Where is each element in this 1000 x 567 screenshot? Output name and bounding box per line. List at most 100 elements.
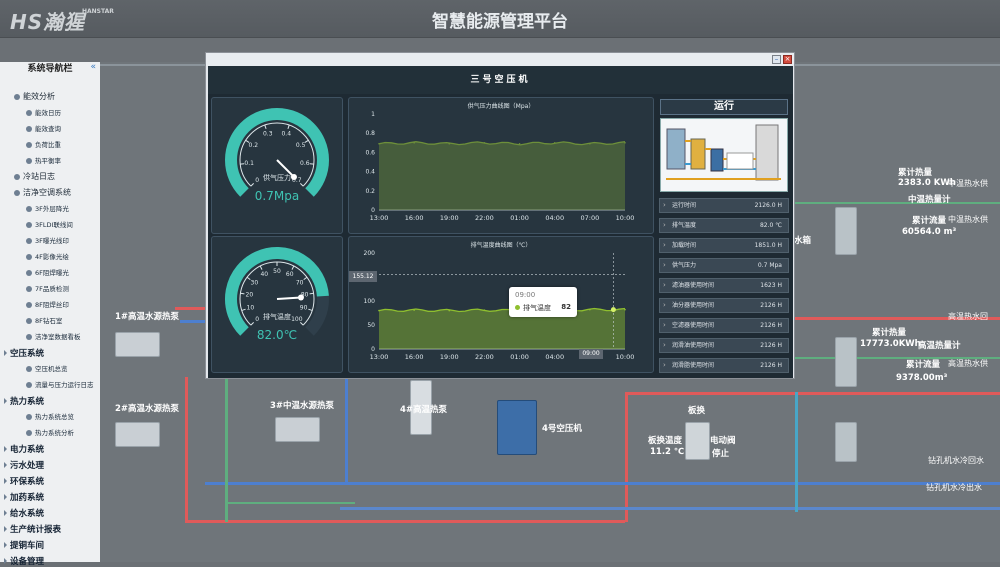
heat-pump-1[interactable] <box>115 332 160 357</box>
sidebar-item[interactable]: 热力系统 <box>4 395 44 407</box>
sidebar-item[interactable]: 加药系统 <box>4 491 44 503</box>
status-badge: 运行 <box>660 99 788 115</box>
chevron-right-icon <box>4 350 7 356</box>
sidebar-item[interactable]: 洁净空调系统 <box>14 187 71 198</box>
sidebar-item[interactable]: 设备管理 <box>4 555 44 567</box>
tooltip-value: 82 <box>561 303 571 311</box>
sidebar-item[interactable]: 8F钻石室 <box>26 315 62 325</box>
minimize-icon[interactable]: – <box>772 55 781 64</box>
plate-exchanger[interactable] <box>685 422 710 460</box>
gauge-needle-tip <box>298 294 304 300</box>
plate-temp-label: 板换温度 <box>648 434 682 446</box>
x-tick-label: 13:00 <box>370 353 389 361</box>
sidebar-item[interactable]: 热力系统总览 <box>26 411 74 421</box>
gauge-tick <box>242 309 246 310</box>
sidebar-item[interactable]: 提铜车间 <box>4 539 44 551</box>
pipe-hot <box>185 377 188 522</box>
sidebar-item[interactable]: 3F曝光线印 <box>26 235 69 245</box>
pipe-teal <box>795 392 798 512</box>
heat-pump-1-label: 1#高温水源热泵 <box>115 310 179 322</box>
sidebar-item[interactable]: 负荷比重 <box>26 139 61 149</box>
chart-tooltip: 09:00 排气温度 82 <box>509 287 577 317</box>
valve-state: 停止 <box>712 447 729 459</box>
sidebar-item[interactable]: 环保系统 <box>4 475 44 487</box>
sidebar-item-label: 设备管理 <box>10 557 44 567</box>
x-tick-label: 04:00 <box>545 353 564 361</box>
y-tick-label: 0.2 <box>365 188 375 195</box>
drill-cooling-unit <box>835 422 857 462</box>
sidebar-item-label: 能效分析 <box>23 92 55 101</box>
hot-return-1-label: 高温热水回 <box>948 311 988 322</box>
heat-meter-hot <box>835 337 857 387</box>
sidebar-item[interactable]: 生产统计报表 <box>4 523 61 535</box>
sidebar-item[interactable]: 6F阻焊曝光 <box>26 267 69 277</box>
sidebar-item[interactable]: 流量与压力运行日志 <box>26 379 94 389</box>
mid-supply-1-label: 中温热水供 <box>948 178 988 189</box>
sidebar-item[interactable]: 3F外层降光 <box>26 203 69 213</box>
sidebar-item[interactable]: 能效查询 <box>26 123 61 133</box>
sidebar-item-label: 加药系统 <box>10 493 44 503</box>
menu-icon <box>26 110 32 116</box>
series-area <box>379 142 625 210</box>
series-point <box>624 309 626 311</box>
sidebar-item[interactable]: 7F品质检测 <box>26 283 69 293</box>
x-tick-label: 16:00 <box>405 214 424 222</box>
sidebar-item[interactable]: 3FLDI联线间 <box>26 219 73 229</box>
valve-label: 电动阀 <box>710 434 736 446</box>
hot-supply-label: 高温热水供 <box>948 358 988 369</box>
y-tick-label: 100 <box>364 298 376 305</box>
sidebar-item[interactable]: 能效分析 <box>14 91 55 102</box>
gauge-tick-label: 60 <box>286 271 294 278</box>
chart-title: 供气压力曲线图（Mpa） <box>468 102 535 110</box>
y-tick-label: 200 <box>364 250 376 257</box>
detail-key: 运行时间 <box>672 199 696 212</box>
sidebar-item-label: 3F曝光线印 <box>35 237 69 245</box>
y-tick-label: 0.6 <box>365 149 375 156</box>
gauge-tick-label: 0.5 <box>296 142 306 149</box>
gauge-label: 供气压力 <box>263 173 291 182</box>
pipe-hot <box>625 392 628 522</box>
sidebar-item[interactable]: 热平衡率 <box>26 155 61 165</box>
sidebar-item[interactable]: 热力系统分析 <box>26 427 74 437</box>
heat-acc-2-value: 17773.0KWh <box>860 339 921 349</box>
close-icon[interactable]: × <box>783 55 792 64</box>
x-tick-label: 22:00 <box>475 214 494 222</box>
sidebar-item[interactable]: 洁净室数据看板 <box>26 331 81 341</box>
plate-temp-value: 11.2 ℃ <box>650 447 684 457</box>
flow-acc-1-label: 累计流量 <box>912 214 946 226</box>
detail-value: 2126.0 H <box>755 199 782 212</box>
sidebar-item-label: 洁净空调系统 <box>23 188 71 197</box>
detail-key: 润滑脂使用时间 <box>672 359 714 372</box>
sidebar-item[interactable]: 污水处理 <box>4 459 44 471</box>
heat-pump-3[interactable] <box>275 417 320 442</box>
detail-row: ›排气温度82.0 ℃ <box>659 218 789 233</box>
sidebar-item-label: 提铜车间 <box>10 541 44 551</box>
sidebar-item-label: 热力系统分析 <box>35 429 74 437</box>
sidebar-item[interactable]: 空压机总览 <box>26 363 68 373</box>
dialog-titlebar: – × <box>206 53 794 66</box>
sidebar-item[interactable]: 冷站日志 <box>14 171 55 182</box>
gauge-tick <box>310 293 314 294</box>
mid-supply-2-label: 中温热水供 <box>948 214 988 225</box>
chevron-right-icon: › <box>663 319 666 332</box>
sidebar-item[interactable]: 电力系统 <box>4 443 44 455</box>
heat-pump-2[interactable] <box>115 422 160 447</box>
gauge-tick-label: 0.2 <box>249 142 259 149</box>
sidebar-item[interactable]: 8F阻焊丝印 <box>26 299 69 309</box>
menu-icon <box>26 318 32 324</box>
gauge-tick-label: 40 <box>260 271 268 278</box>
series-point <box>554 142 556 144</box>
air-compressor-4[interactable] <box>497 400 537 455</box>
sidebar-item-label: 生产统计报表 <box>10 525 61 535</box>
detail-key: 油分器使用时间 <box>672 299 714 312</box>
sidebar-item[interactable]: 给水系统 <box>4 507 44 519</box>
chevron-right-icon: › <box>663 299 666 312</box>
pipe-return <box>340 507 1000 510</box>
double-chevron-left-icon[interactable]: « <box>90 62 96 72</box>
chevron-right-icon <box>4 494 7 500</box>
sidebar-item[interactable]: 空压系统 <box>4 347 44 359</box>
sidebar-item[interactable]: 4F影像光绘 <box>26 251 69 261</box>
menu-icon <box>14 94 20 100</box>
menu-icon <box>26 334 32 340</box>
sidebar-item[interactable]: 能效日历 <box>26 107 61 117</box>
